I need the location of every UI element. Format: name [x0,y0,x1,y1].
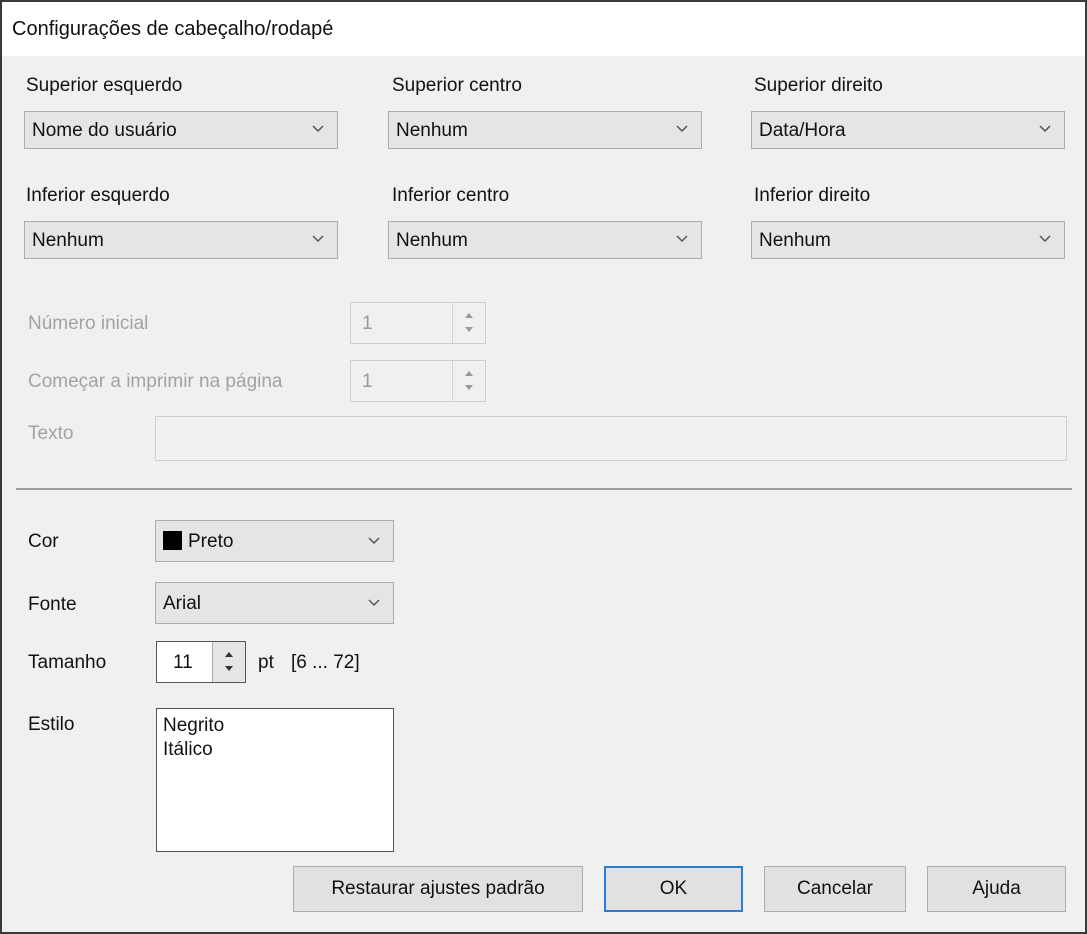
bottom-center-select[interactable]: Nenhum [388,221,702,259]
chevron-down-icon [1039,125,1051,133]
top-center-value: Nenhum [396,120,468,141]
top-right-label: Superior direito [754,75,883,96]
start-page-label: Começar a imprimir na página [28,371,283,392]
top-left-label: Superior esquerdo [26,75,183,96]
spinner-arrows[interactable] [452,303,485,343]
color-value: Preto [188,531,234,552]
bottom-center-label: Inferior centro [392,185,510,206]
style-label: Estilo [28,714,75,735]
text-field[interactable] [155,416,1067,461]
bottom-right-value: Nenhum [759,230,831,251]
spinner-arrows[interactable] [212,642,245,682]
top-left-value: Nome do usuário [32,120,177,141]
size-spinner[interactable]: 11 [156,641,246,683]
start-number-value: 1 [362,313,373,334]
chevron-down-icon [368,537,380,545]
bottom-right-select[interactable]: Nenhum [751,221,1065,259]
spinner-arrows[interactable] [452,361,485,401]
start-number-label: Número inicial [28,313,149,334]
style-listbox[interactable]: Negrito Itálico [156,708,394,852]
title-bar: Configurações de cabeçalho/rodapé [2,2,1085,56]
bottom-right-label: Inferior direito [754,185,871,206]
style-option-italic[interactable]: Itálico [163,738,387,762]
chevron-down-icon [312,125,324,133]
cancel-button[interactable]: Cancelar [764,866,906,912]
arrow-down-icon[interactable] [225,666,233,671]
top-right-value: Data/Hora [759,120,846,141]
start-page-value: 1 [362,371,373,392]
dialog-title: Configurações de cabeçalho/rodapé [12,18,334,40]
restore-defaults-button[interactable]: Restaurar ajustes padrão [293,866,583,912]
bottom-left-label: Inferior esquerdo [26,185,170,206]
chevron-down-icon [312,235,324,243]
arrow-down-icon[interactable] [465,327,473,332]
chevron-down-icon [1039,235,1051,243]
dialog-window: Configurações de cabeçalho/rodapé Superi… [0,0,1087,934]
help-button[interactable]: Ajuda [927,866,1066,912]
arrow-up-icon[interactable] [225,652,233,657]
color-label: Cor [28,531,59,552]
arrow-up-icon[interactable] [465,313,473,318]
color-select[interactable]: Preto [155,520,394,562]
style-option-bold[interactable]: Negrito [163,714,387,738]
text-label: Texto [28,423,74,444]
section-divider [16,488,1072,490]
start-page-spinner[interactable]: 1 [350,360,486,402]
chevron-down-icon [676,125,688,133]
chevron-down-icon [368,599,380,607]
chevron-down-icon [676,235,688,243]
font-select[interactable]: Arial [155,582,394,624]
top-left-select[interactable]: Nome do usuário [24,111,338,149]
font-label: Fonte [28,594,77,615]
arrow-down-icon[interactable] [465,385,473,390]
top-right-select[interactable]: Data/Hora [751,111,1065,149]
bottom-center-value: Nenhum [396,230,468,251]
font-value: Arial [163,593,202,614]
color-swatch [163,531,182,550]
size-range: [6 ... 72] [291,652,360,673]
size-label: Tamanho [28,652,107,673]
arrow-up-icon[interactable] [465,371,473,376]
bottom-left-select[interactable]: Nenhum [24,221,338,259]
top-center-select[interactable]: Nenhum [388,111,702,149]
ok-button[interactable]: OK [604,866,743,912]
size-value: 11 [173,652,193,673]
bottom-left-value: Nenhum [32,230,104,251]
start-number-spinner[interactable]: 1 [350,302,486,344]
top-center-label: Superior centro [392,75,522,96]
size-unit: pt [258,652,274,673]
